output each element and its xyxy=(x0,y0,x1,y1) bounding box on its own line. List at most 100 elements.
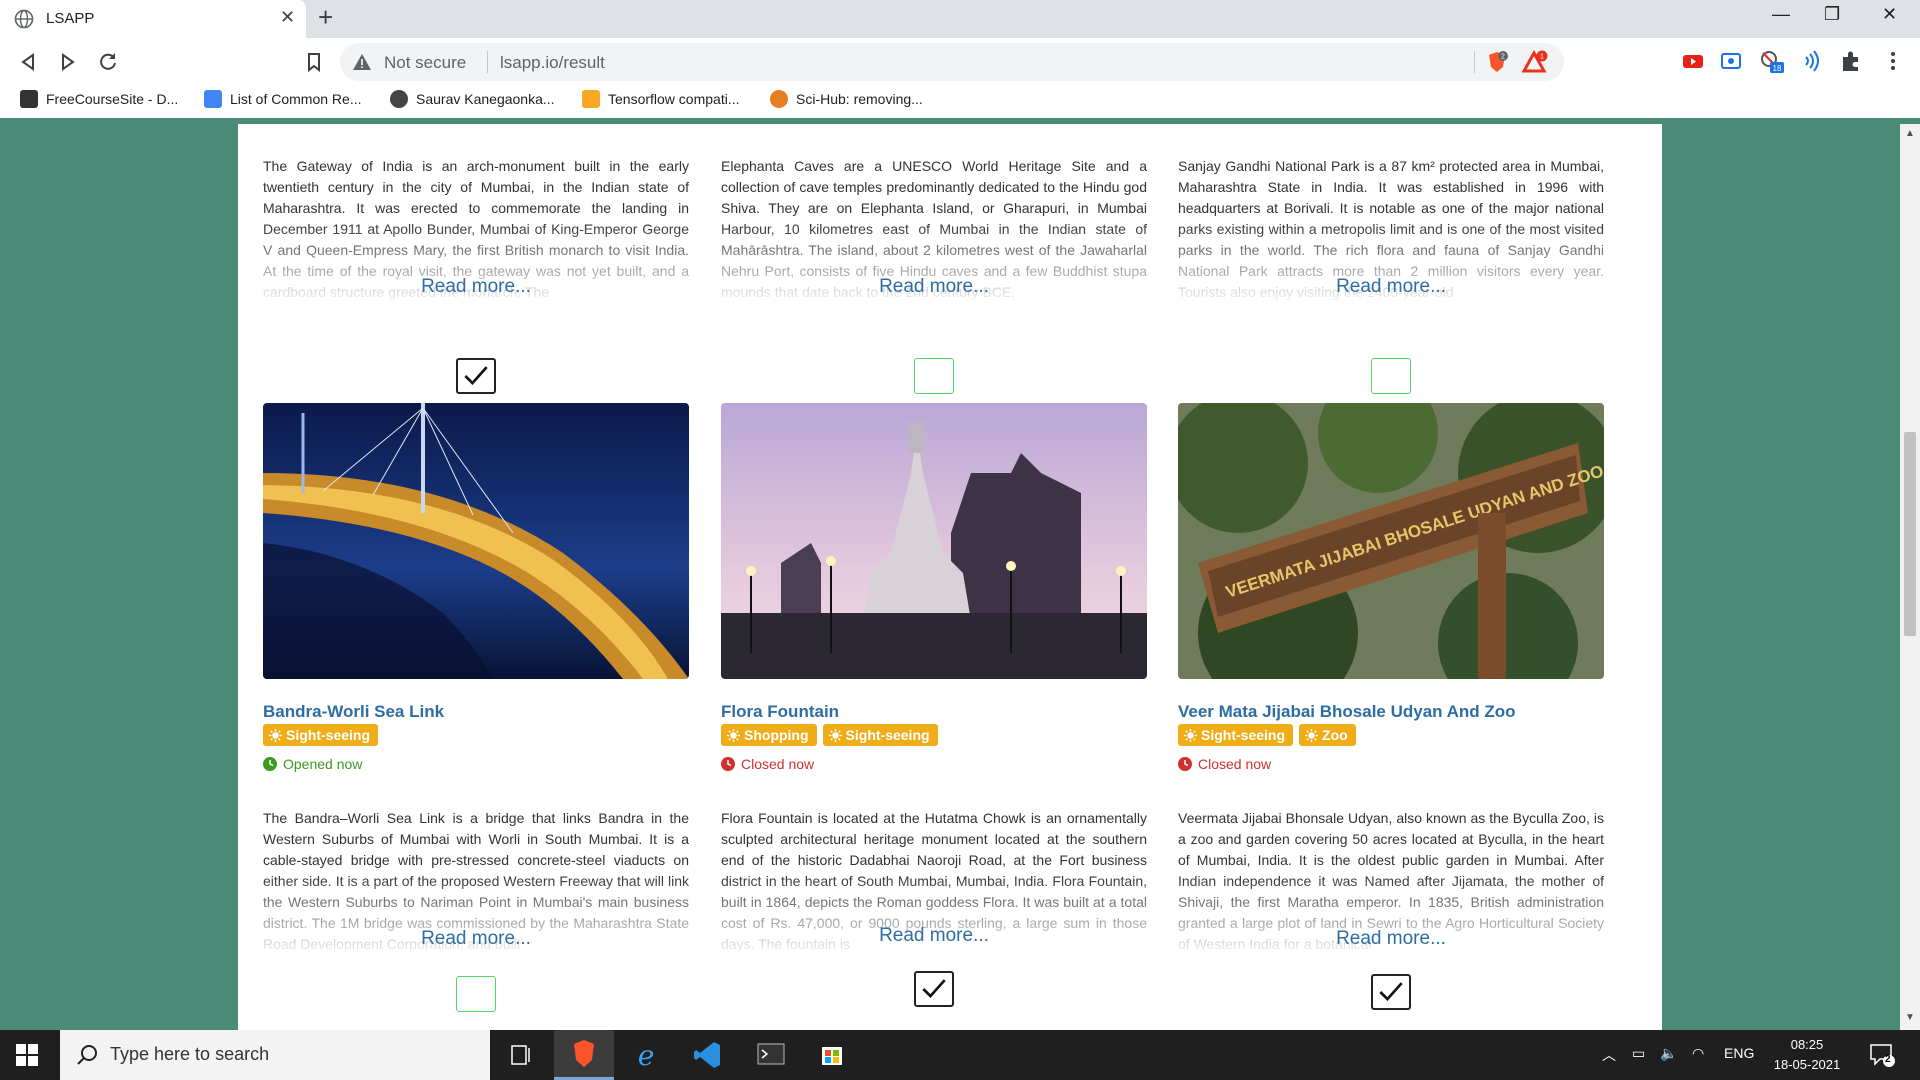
volume-icon[interactable]: 🔈 xyxy=(1660,1045,1677,1062)
tag-label: Sight-seeing xyxy=(1201,727,1286,743)
tab-close-icon[interactable]: ✕ xyxy=(280,7,295,28)
place-title[interactable]: Veer Mata Jijabai Bhosale Udyan And Zoo xyxy=(1178,702,1516,722)
select-checkbox[interactable] xyxy=(1371,974,1411,1010)
terminal-icon[interactable] xyxy=(740,1030,800,1080)
taskbar-clock[interactable]: 08:25 18-05-2021 xyxy=(1768,1035,1846,1075)
restore-button[interactable]: ❐ xyxy=(1824,4,1840,25)
select-checkbox[interactable] xyxy=(456,358,496,394)
read-more-link[interactable]: Read more... xyxy=(1178,928,1604,950)
read-more-link[interactable]: Read more... xyxy=(263,276,689,298)
bookmark-label: List of Common Re... xyxy=(230,91,362,107)
tracker-extension-icon[interactable]: 18 xyxy=(1758,48,1784,74)
place-title[interactable]: Bandra-Worli Sea Link xyxy=(263,702,444,722)
results-page: The Gateway of India is an arch-monument… xyxy=(238,124,1662,1030)
url-divider-right xyxy=(1474,51,1475,73)
result-card: The Bandra–Worli Sea Link is a bridge th… xyxy=(263,808,689,1012)
open-status: Closed now xyxy=(721,756,814,772)
tag-label: Zoo xyxy=(1322,727,1348,743)
bookmark-item[interactable]: FreeCourseSite - D... xyxy=(20,90,178,108)
select-checkbox[interactable] xyxy=(914,358,954,394)
bookmark-label: Tensorflow compati... xyxy=(608,91,740,107)
bookmark-item[interactable]: Tensorflow compati... xyxy=(582,90,740,108)
extensions-puzzle-icon[interactable] xyxy=(1838,48,1864,74)
browser-tab[interactable]: LSAPP ✕ xyxy=(0,0,306,38)
clock-icon xyxy=(721,757,735,771)
edge-icon[interactable]: e xyxy=(616,1030,676,1080)
flora-fountain-image[interactable] xyxy=(721,403,1147,679)
tensorflow-favicon-icon xyxy=(582,90,600,108)
tag-badge: Shopping xyxy=(721,724,817,746)
tag-badge: Sight-seeing xyxy=(822,724,938,746)
store-icon[interactable] xyxy=(802,1030,862,1080)
zoo-image[interactable]: VEERMATA JIJABAI BHOSALE UDYAN AND ZOO xyxy=(1178,403,1604,679)
docs-favicon-icon xyxy=(204,90,222,108)
url-text[interactable]: lsapp.io/result xyxy=(500,53,605,73)
sea-link-photo xyxy=(263,403,689,679)
brave-rewards-icon[interactable]: 1 xyxy=(1522,49,1548,75)
minimize-button[interactable]: — xyxy=(1772,4,1790,25)
read-aloud-icon[interactable] xyxy=(1798,48,1824,74)
select-checkbox[interactable] xyxy=(914,971,954,1007)
new-tab-button[interactable]: + xyxy=(318,2,333,33)
battery-icon[interactable]: ▭ xyxy=(1632,1045,1645,1062)
select-checkbox[interactable] xyxy=(1371,358,1411,394)
sun-icon xyxy=(269,728,282,742)
task-view-icon[interactable] xyxy=(490,1030,550,1080)
bookmark-favicon-icon xyxy=(20,90,38,108)
close-window-button[interactable]: ✕ xyxy=(1882,4,1897,25)
brave-taskbar-app[interactable] xyxy=(554,1030,614,1080)
windows-start-icon[interactable] xyxy=(16,1044,38,1066)
taskbar-search-box[interactable]: Type here to search xyxy=(60,1030,490,1080)
clock-icon xyxy=(263,757,277,771)
brave-badge: 2 xyxy=(1501,54,1505,61)
scroll-down-arrow-icon[interactable]: ▼ xyxy=(1905,1012,1915,1023)
svg-text:e: e xyxy=(638,1039,655,1072)
sea-link-image[interactable] xyxy=(263,403,689,679)
place-title[interactable]: Flora Fountain xyxy=(721,702,839,722)
checkmark-icon xyxy=(464,366,488,386)
notification-count: 2 xyxy=(1885,1054,1891,1065)
back-icon[interactable] xyxy=(14,48,42,76)
read-more-link[interactable]: Read more... xyxy=(263,928,689,950)
browser-tabstrip: LSAPP ✕ + — ❐ ✕ xyxy=(0,0,1920,38)
sun-icon xyxy=(828,728,842,742)
search-placeholder: Type here to search xyxy=(110,1044,270,1064)
scroll-thumb[interactable] xyxy=(1904,432,1916,636)
not-secure-label: Not secure xyxy=(384,53,467,72)
scroll-up-arrow-icon[interactable]: ▲ xyxy=(1905,128,1915,139)
wifi-icon[interactable]: ◠ xyxy=(1692,1045,1704,1062)
read-more-link[interactable]: Read more... xyxy=(721,925,1147,947)
read-more-link[interactable]: Read more... xyxy=(1178,276,1604,298)
tray-overflow-icon[interactable]: ︿ xyxy=(1602,1045,1616,1065)
warning-icon[interactable] xyxy=(352,52,372,72)
notification-icon xyxy=(1870,1044,1895,1067)
screen-capture-extension-icon[interactable] xyxy=(1718,48,1744,74)
scihub-favicon-icon xyxy=(770,90,788,108)
reload-icon[interactable] xyxy=(94,48,122,76)
status-label: Closed now xyxy=(741,756,815,772)
forward-icon[interactable] xyxy=(54,48,82,76)
zoo-gate-photo: VEERMATA JIJABAI BHOSALE UDYAN AND ZOO xyxy=(1178,403,1604,679)
tab-title: LSAPP xyxy=(46,10,95,27)
bookmark-item[interactable]: Sci-Hub: removing... xyxy=(770,90,923,108)
language-indicator[interactable]: ENG xyxy=(1724,1045,1754,1061)
bookmark-item[interactable]: List of Common Re... xyxy=(204,90,362,108)
address-bar[interactable]: Not secure lsapp.io/result 2 1 xyxy=(340,43,1564,81)
notification-center-button[interactable]: 2 xyxy=(1868,1042,1896,1068)
tag-list: Sight-seeing xyxy=(263,724,379,746)
youtube-extension-icon[interactable] xyxy=(1680,48,1706,74)
bookmark-item[interactable]: Saurav Kanegaonka... xyxy=(390,90,555,108)
vscode-icon[interactable] xyxy=(678,1030,738,1080)
clock-date: 18-05-2021 xyxy=(1773,1057,1841,1072)
search-icon xyxy=(77,1045,97,1065)
tag-list: Sight-seeing Zoo xyxy=(1178,724,1356,746)
brave-shield-icon[interactable]: 2 xyxy=(1484,49,1510,75)
bookmark-icon[interactable] xyxy=(300,48,328,76)
browser-toolbar: Not secure lsapp.io/result 2 1 18 FreeCo… xyxy=(0,38,1920,118)
read-more-link[interactable]: Read more... xyxy=(721,276,1147,298)
page-scrollbar[interactable]: ▲ ▼ xyxy=(1900,124,1920,1030)
select-checkbox[interactable] xyxy=(456,976,496,1012)
checkmark-icon xyxy=(922,979,946,999)
brave-icon xyxy=(574,1040,594,1067)
menu-kebab-icon[interactable] xyxy=(1880,48,1906,74)
